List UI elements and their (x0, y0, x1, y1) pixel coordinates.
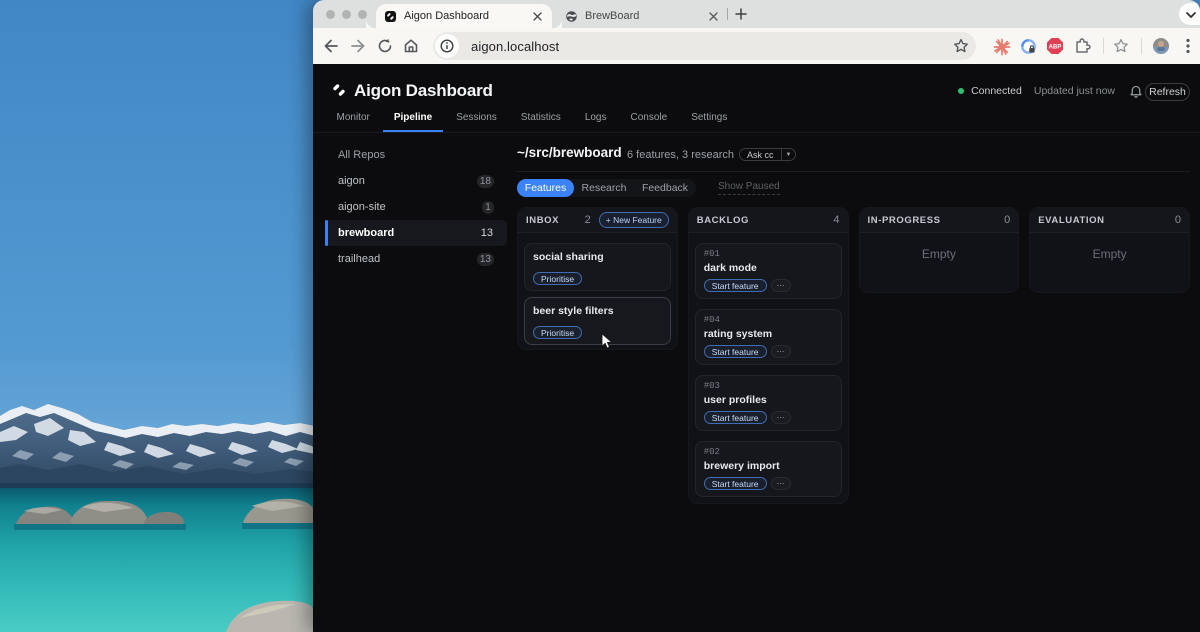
svg-text:ABP: ABP (1049, 45, 1062, 51)
